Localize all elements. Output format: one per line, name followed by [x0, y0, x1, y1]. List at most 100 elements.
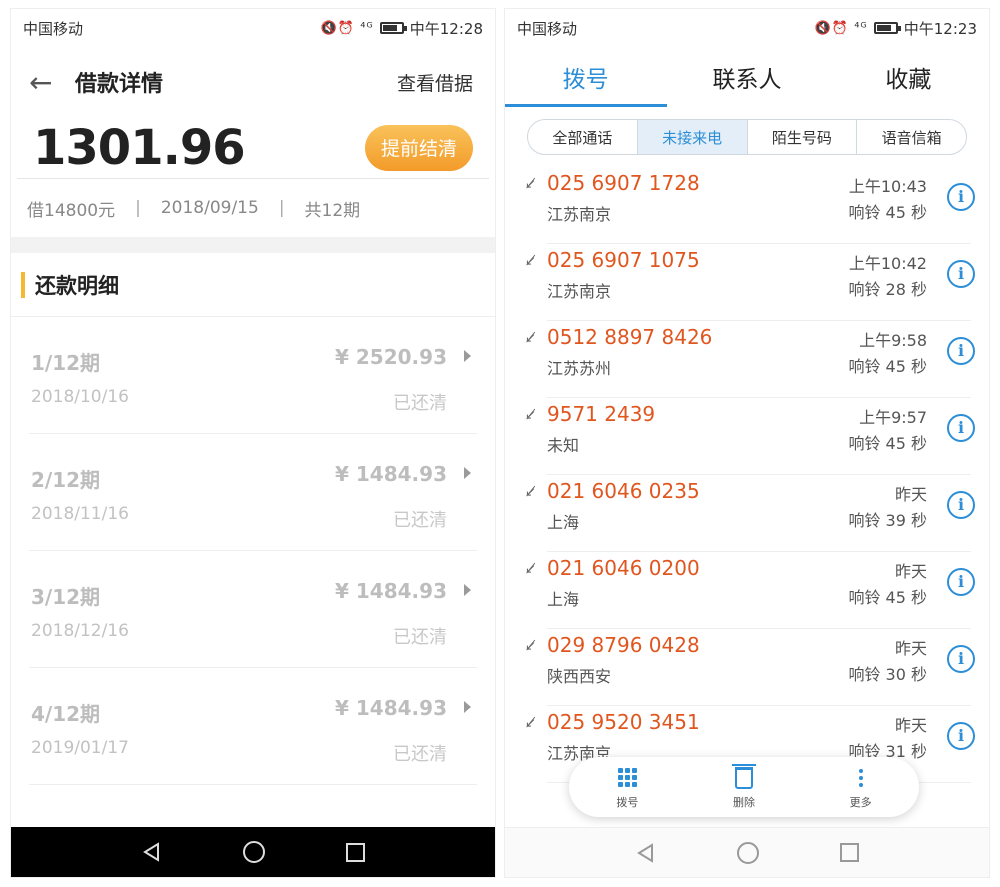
more-label: 更多 [849, 795, 872, 809]
info-icon[interactable]: i [947, 414, 975, 442]
installment-period: 1/12期 [31, 351, 101, 375]
call-number: 021 6046 0235 [547, 479, 700, 503]
missed-call-icon: ↙̸ [525, 408, 536, 423]
chevron-right-icon [464, 350, 471, 362]
back-arrow-icon[interactable]: ← [29, 66, 75, 99]
tab-contacts[interactable]: 联系人 [666, 60, 827, 94]
call-location: 上海 [547, 590, 580, 609]
call-ring-duration: 响铃 28 秒 [848, 280, 927, 299]
delete-button[interactable]: 删除 [731, 763, 756, 810]
loan-date: 2018/09/15 [160, 198, 259, 218]
trash-icon [731, 763, 756, 791]
section-accent-bar [21, 271, 25, 298]
view-receipt-link[interactable]: 查看借据 [397, 69, 473, 96]
nav-home-icon[interactable] [737, 841, 760, 864]
installment-status: 已还清 [393, 393, 447, 414]
missed-calls-screen: 中国移动 🔇⏰ ⁴ᴳ 中午12:23 拨号 联系人 收藏 全部通话 未接来电 陌… [504, 8, 990, 878]
info-icon[interactable]: i [947, 568, 975, 596]
battery-icon [873, 22, 901, 34]
carrier-label: 中国移动 [517, 19, 578, 38]
chevron-right-icon [464, 701, 471, 713]
missed-call-icon: ↙̸ [525, 562, 536, 577]
call-ring-duration: 响铃 30 秒 [848, 665, 927, 684]
call-row[interactable]: ↙̸ 0512 8897 8426 江苏苏州 上午9:58 响铃 45 秒 i [523, 321, 989, 398]
missed-call-icon: ↙̸ [525, 177, 536, 192]
call-time: 上午9:57 [859, 408, 927, 427]
chevron-right-icon [464, 584, 471, 596]
delete-label: 删除 [732, 795, 755, 809]
dialpad-button[interactable]: 拨号 [616, 765, 638, 810]
info-icon[interactable]: i [947, 722, 975, 750]
status-bar: 中国移动 🔇⏰ ⁴ᴳ 中午12:28 [11, 9, 495, 47]
filter-unknown-numbers[interactable]: 陌生号码 [748, 120, 858, 154]
divider: | [135, 198, 141, 218]
nav-home-icon[interactable] [243, 841, 266, 863]
carrier-label: 中国移动 [23, 19, 84, 38]
call-row[interactable]: ↙̸ 9571 2439 未知 上午9:57 响铃 45 秒 i [523, 398, 989, 475]
divider: | [278, 198, 285, 218]
system-nav-bar [505, 827, 989, 877]
call-row[interactable]: ↙̸ 021 6046 0200 上海 昨天 响铃 45 秒 i [523, 552, 989, 629]
call-time: 上午10:42 [848, 254, 927, 273]
more-vertical-icon [858, 765, 863, 791]
filter-missed-calls[interactable]: 未接来电 [637, 120, 748, 154]
call-ring-duration: 响铃 45 秒 [848, 357, 927, 376]
info-icon[interactable]: i [947, 260, 975, 288]
system-nav-bar [11, 827, 495, 877]
call-ring-duration: 响铃 45 秒 [848, 588, 927, 607]
nav-recents-icon[interactable] [345, 842, 365, 862]
installment-row[interactable]: 2/12期 2018/11/16 ¥ 1484.93 已还清 [29, 434, 477, 551]
active-tab-indicator [505, 104, 667, 107]
installment-row[interactable]: 1/12期 2018/10/16 ¥ 2520.93 已还清 [29, 317, 477, 434]
dialpad-icon [617, 765, 637, 791]
call-ring-duration: 响铃 45 秒 [848, 434, 927, 453]
installment-amount: ¥ 2520.93 [335, 345, 447, 369]
tab-dial[interactable]: 拨号 [505, 60, 666, 94]
info-icon[interactable]: i [947, 183, 975, 211]
missed-call-icon: ↙̸ [525, 716, 536, 731]
call-row[interactable]: ↙̸ 021 6046 0235 上海 昨天 响铃 39 秒 i [523, 475, 989, 552]
call-number: 029 8796 0428 [547, 633, 700, 657]
tab-favorites[interactable]: 收藏 [828, 60, 989, 94]
repayment-section-title: 还款明细 [11, 253, 495, 317]
amount-row: 1301.96 提前结清 [17, 117, 489, 179]
early-payoff-button[interactable]: 提前结清 [365, 124, 473, 171]
missed-call-icon: ↙̸ [525, 485, 536, 500]
call-time: 上午9:58 [859, 331, 927, 350]
installment-period: 4/12期 [31, 702, 101, 726]
remaining-amount: 1301.96 [33, 119, 246, 176]
more-button[interactable]: 更多 [850, 765, 872, 810]
call-ring-duration: 响铃 45 秒 [848, 203, 927, 222]
call-time: 昨天 [894, 562, 927, 581]
filter-voicemail[interactable]: 语音信箱 [857, 120, 966, 154]
dialpad-label: 拨号 [616, 795, 639, 809]
installment-date: 2018/11/16 [31, 504, 129, 524]
call-row[interactable]: ↙̸ 025 6907 1075 江苏南京 上午10:42 响铃 28 秒 i [523, 244, 989, 321]
call-row[interactable]: ↙̸ 025 6907 1728 江苏南京 上午10:43 响铃 45 秒 i [523, 167, 989, 244]
call-time: 上午10:43 [848, 177, 927, 196]
call-number: 021 6046 0200 [547, 556, 700, 580]
installment-row[interactable]: 3/12期 2018/12/16 ¥ 1484.93 已还清 [29, 551, 477, 668]
installment-row[interactable]: 4/12期 2019/01/17 ¥ 1484.93 已还清 [29, 668, 477, 785]
clock-label: 中午12:23 [903, 19, 977, 38]
info-icon[interactable]: i [947, 491, 975, 519]
nav-back-icon[interactable] [141, 841, 163, 863]
installment-status: 已还清 [393, 627, 447, 648]
info-icon[interactable]: i [947, 337, 975, 365]
status-bar: 中国移动 🔇⏰ ⁴ᴳ 中午12:23 [505, 9, 989, 47]
call-row[interactable]: ↙̸ 029 8796 0428 陕西西安 昨天 响铃 30 秒 i [523, 629, 989, 706]
nav-back-icon[interactable] [635, 842, 657, 864]
nav-recents-icon[interactable] [839, 843, 859, 862]
call-location: 陕西西安 [547, 667, 612, 686]
filter-all-calls[interactable]: 全部通话 [528, 120, 638, 154]
chevron-right-icon [464, 467, 471, 479]
info-icon[interactable]: i [947, 645, 975, 673]
dialer-tabs: 拨号 联系人 收藏 [505, 47, 989, 107]
loan-meta: 借14800元 | 2018/09/15 | 共12期 [11, 179, 495, 237]
battery-icon [379, 22, 407, 34]
call-number: 025 6907 1728 [547, 171, 700, 195]
missed-call-icon: ↙̸ [525, 639, 536, 654]
missed-call-icon: ↙̸ [525, 254, 536, 269]
loan-principal: 借14800元 [27, 200, 116, 221]
section-divider [11, 237, 495, 253]
